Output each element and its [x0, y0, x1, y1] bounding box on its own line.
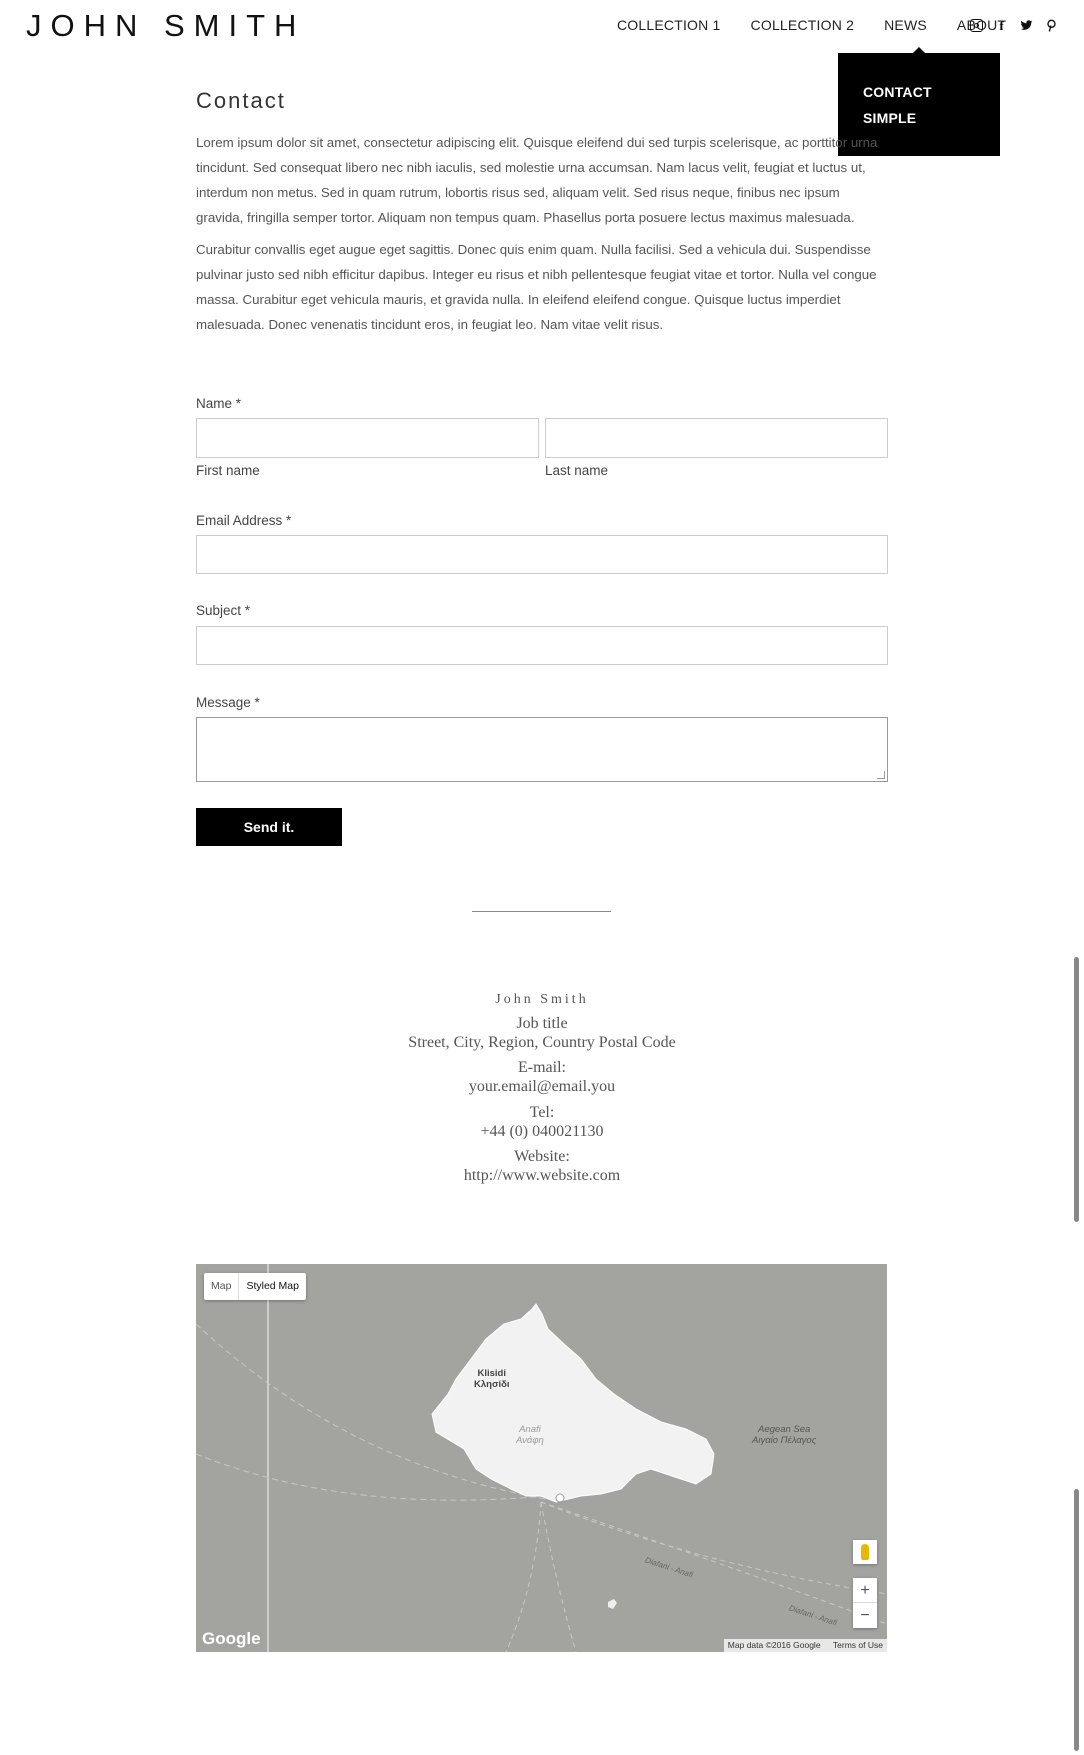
- section-divider: [472, 911, 611, 912]
- nav-collection-2[interactable]: COLLECTION 2: [751, 17, 855, 33]
- contact-website-link[interactable]: http://www.website.com: [342, 1167, 742, 1185]
- facebook-icon[interactable]: f: [995, 19, 1008, 32]
- email-label: Email Address *: [196, 513, 292, 528]
- subject-input[interactable]: [196, 626, 888, 665]
- twitter-icon[interactable]: [1020, 19, 1033, 32]
- message-label: Message *: [196, 695, 260, 710]
- scrollbar-thumb-secondary[interactable]: [1074, 1489, 1079, 1751]
- map-type-map-button[interactable]: Map: [204, 1273, 240, 1300]
- email-input[interactable]: [196, 535, 888, 574]
- intro-paragraph-1: Lorem ipsum dolor sit amet, consectetur …: [196, 135, 878, 225]
- nav-news[interactable]: NEWS: [884, 17, 927, 33]
- contact-tel[interactable]: +44 (0) 040021130: [342, 1123, 742, 1141]
- map-data-attribution: Map data ©2016 Google: [727, 1640, 821, 1650]
- send-button[interactable]: Send it.: [196, 808, 342, 846]
- pegman-icon[interactable]: [853, 1540, 877, 1564]
- contact-email-link[interactable]: your.email@email.you: [342, 1078, 742, 1096]
- map-attribution: Map data ©2016 Google Terms of Use: [723, 1639, 887, 1652]
- main-content: Contact Lorem ipsum dolor sit amet, cons…: [196, 88, 888, 344]
- website-label-text: Website:: [514, 1148, 570, 1165]
- instagram-icon[interactable]: [970, 19, 983, 32]
- contact-name: John Smith: [495, 992, 589, 1007]
- map-canvas: [196, 1264, 887, 1652]
- map-label-klisidi: Klisidi Κλησίδι: [474, 1368, 510, 1390]
- nav-collection-1[interactable]: COLLECTION 1: [617, 17, 721, 33]
- map-label-anafi: Anafi Ανάφη: [516, 1424, 544, 1446]
- zoom-in-button[interactable]: +: [853, 1578, 877, 1603]
- map-type-control: Map Styled Map: [204, 1273, 306, 1300]
- zoom-out-button[interactable]: −: [853, 1603, 877, 1628]
- message-textarea[interactable]: [196, 717, 888, 782]
- social-links: f: [970, 19, 1058, 32]
- resize-handle-icon[interactable]: [877, 771, 885, 779]
- subject-label: Subject *: [196, 603, 251, 618]
- email-label-text: E-mail:: [518, 1059, 566, 1076]
- first-name-sublabel: First name: [196, 463, 260, 478]
- name-label: Name *: [196, 396, 242, 411]
- last-name-sublabel: Last name: [545, 463, 609, 478]
- pinterest-icon[interactable]: [1045, 19, 1058, 32]
- map-label-aegean-sea: Aegean Sea Αιγαίο Πέλαγος: [752, 1424, 817, 1446]
- contact-address: Street, City, Region, Country Postal Cod…: [408, 1034, 676, 1051]
- scrollbar-thumb[interactable]: [1074, 957, 1079, 1222]
- last-name-input[interactable]: [545, 418, 888, 458]
- first-name-input[interactable]: [196, 418, 539, 458]
- terms-of-use-link[interactable]: Terms of Use: [833, 1640, 883, 1650]
- site-logo[interactable]: JOHN SMITH: [26, 8, 305, 44]
- map-type-styled-button[interactable]: Styled Map: [239, 1273, 306, 1300]
- google-logo: Google: [202, 1629, 261, 1648]
- zoom-control: + −: [853, 1578, 877, 1628]
- google-map[interactable]: Klisidi Κλησίδι Anafi Ανάφη Aegean Sea Αιγα…: [196, 1264, 887, 1652]
- tel-label-text: Tel:: [529, 1104, 555, 1121]
- contact-job-title: Job title: [516, 1015, 568, 1032]
- intro-paragraph-2: Curabitur convallis eget augue eget sagi…: [196, 242, 877, 332]
- page-title: Contact: [196, 88, 286, 113]
